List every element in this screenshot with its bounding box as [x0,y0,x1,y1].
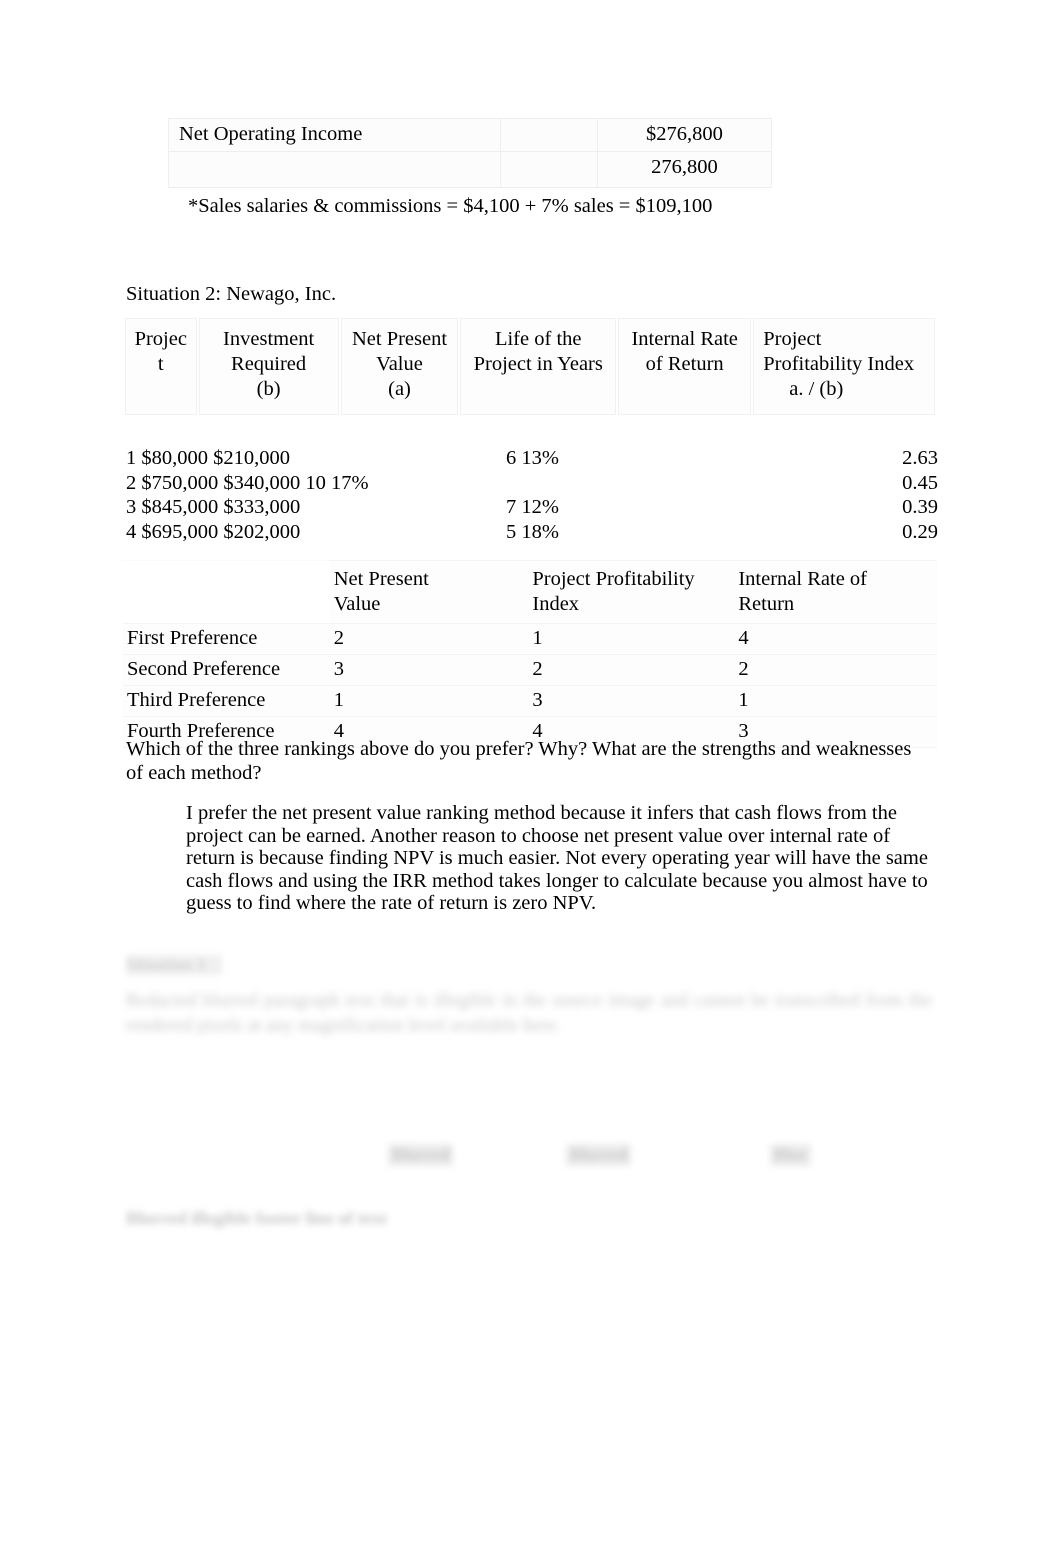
project-row-right: 0.29 [902,520,938,543]
header-line-1: Internal Rate of [738,568,867,590]
preference-ppi-value: 1 [528,623,735,655]
preference-npv-value: 3 [329,654,529,686]
noi-label-cell-2 [167,151,502,188]
header-line-3: (a) [388,378,411,400]
noi-amount-cell-2: 276,800 [596,151,773,188]
preference-label: Second Preference [123,654,330,686]
table-row: Net Operating Income $276,800 [167,118,773,152]
noi-label-cell: Net Operating Income [167,118,502,152]
table-row: 4 $695,000 $202,000 5 18% 0.29 [126,520,938,545]
project-row-right: 0.39 [902,496,938,518]
header-line-1: Project [763,328,822,350]
preference-header-npv: Net Present Value [329,560,529,624]
sales-salaries-note: *Sales salaries & commissions = $4,100 +… [188,195,713,217]
question-paragraph: Which of the three rankings above do you… [126,738,912,784]
preference-ppi-value: 2 [528,654,735,686]
table-row: 276,800 [167,151,773,188]
project-row-right: 2.63 [902,447,938,469]
answer-paragraph: I prefer the net present value ranking m… [186,802,928,914]
table-header-row: Net Present Value Project Profitability … [123,560,937,624]
project-comparison-table: Projec t Investment Required (b) Net Pre… [123,316,937,417]
table-header-row: Projec t Investment Required (b) Net Pre… [125,318,935,415]
column-header-net-present-value: Net Present Value (a) [340,318,459,415]
header-line-2: Value [376,353,423,375]
header-line-2: Value [333,593,381,615]
table-row: 3 $845,000 $333,000 7 12% 0.39 [126,495,938,520]
header-line-2: Index [532,593,580,615]
column-header-project-profitability-index: Project Profitability Index a. / (b) [753,318,935,415]
preference-ppi-value: 3 [528,685,735,717]
header-line-2: of Return [645,353,724,375]
preference-header-ppi: Project Profitability Index [528,560,735,624]
header-line-2: Required [231,353,307,375]
table-row: First Preference 2 1 4 [123,623,937,655]
header-line-1: Projec [134,328,187,350]
column-header-life-of-project: Life of the Project in Years [460,318,617,415]
noi-spacer-cell-2 [500,151,598,188]
situation-2-heading: Situation 2: Newago, Inc. [126,283,337,305]
preference-irr-value: 1 [734,685,937,717]
preference-npv-value: 1 [329,685,529,717]
preference-header-irr: Internal Rate of Return [734,560,937,624]
redacted-heading: Situation 3 [126,955,222,975]
noi-spacer-cell [500,118,598,152]
preference-label: First Preference [123,623,330,655]
table-row: 2 $750,000 $340,000 10 17% 0.45 [126,471,938,496]
column-header-investment-required: Investment Required (b) [198,318,339,415]
column-header-project: Projec t [125,318,197,415]
redacted-footer-line: Blurred illegible footer line of text [126,1208,387,1228]
project-row-left: 4 $695,000 $202,000 [126,520,301,543]
redacted-column-label-1: Blurred [388,1144,454,1166]
header-line-3: (b) [256,378,281,400]
project-row-left: 3 $845,000 $333,000 [126,496,301,518]
header-line-2: Profitability Index [763,353,915,375]
project-row-mid: 6 13% [506,447,559,469]
redacted-column-label-3: Blur [770,1144,812,1166]
table-row: Third Preference 1 3 1 [123,685,937,717]
preference-header-blank [123,560,330,624]
header-line-1: Net Present [333,568,429,590]
preference-npv-value: 2 [329,623,529,655]
preference-ranking-table: Net Present Value Project Profitability … [123,560,937,748]
table-row: 1 $80,000 $210,000 6 13% 2.63 [126,446,938,471]
column-header-internal-rate-of-return: Internal Rate of Return [618,318,752,415]
project-row-mid: 5 18% [506,520,559,543]
redacted-column-label-2: Blurred [566,1144,632,1166]
header-line-3: a. / (b) [789,378,844,400]
net-operating-income-table: Net Operating Income $276,800 276,800 [167,118,773,188]
project-row-right: 0.45 [902,471,938,494]
header-line-1: Internal Rate [631,328,738,350]
preference-irr-value: 4 [734,623,937,655]
noi-amount-cell: $276,800 [596,118,773,152]
header-line-2: t [157,353,164,375]
redacted-column-labels: Blurred Blurred Blur [126,1144,932,1170]
preference-irr-value: 2 [734,654,937,686]
document-page: Net Operating Income $276,800 276,800 *S… [0,0,1062,1561]
header-line-2: Project in Years [473,353,603,375]
table-row: Second Preference 3 2 2 [123,654,937,686]
project-row-left: 1 $80,000 $210,000 [126,447,290,469]
redacted-paragraph: Redacted blurred paragraph text that is … [126,990,932,1036]
project-row-mid: 7 12% [506,496,559,518]
header-line-2: Return [738,593,795,615]
project-row-left: 2 $750,000 $340,000 10 17% [126,471,369,494]
header-line-1: Investment [223,328,315,350]
header-line-1: Project Profitability [532,568,695,590]
preference-label: Third Preference [123,685,330,717]
header-line-1: Life of the [494,328,582,350]
project-data-rows: 1 $80,000 $210,000 6 13% 2.63 2 $750,000… [126,446,938,544]
header-line-1: Net Present [351,328,448,350]
